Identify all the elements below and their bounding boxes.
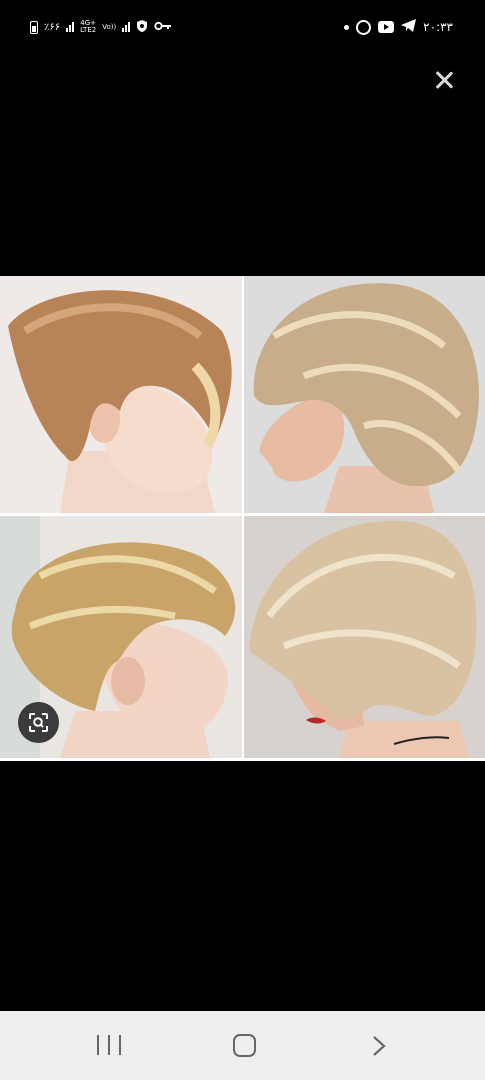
navigation-bar (0, 1011, 485, 1080)
status-right: ۲۰:۳۳ (344, 17, 453, 37)
volte-label: Vo)) (102, 22, 117, 31)
signal-icon (66, 22, 75, 32)
signal-icon-2 (122, 22, 131, 32)
hairstyle-photo-1 (0, 276, 242, 513)
lens-icon (29, 713, 48, 732)
shield-icon (136, 19, 148, 36)
chevron-right-icon (373, 1036, 386, 1056)
whatsapp-icon (356, 19, 372, 35)
image-viewer[interactable] (0, 276, 485, 761)
hairstyle-photo-2 (244, 276, 485, 513)
battery-icon (30, 20, 38, 34)
youtube-icon (378, 21, 395, 33)
notification-dot-icon (344, 24, 350, 30)
hairstyle-photo-4 (244, 516, 485, 758)
telegram-icon (401, 19, 417, 35)
battery-level: ٪۶۶ (44, 21, 61, 33)
status-left: ٪۶۶ 4G+ LTE2 Vo)) (30, 17, 172, 37)
home-button[interactable] (233, 1034, 256, 1057)
close-button[interactable] (431, 67, 457, 93)
network-type-bottom: LTE2 (80, 26, 97, 34)
recents-button[interactable] (97, 1035, 121, 1055)
clock-time: ۲۰:۳۳ (423, 20, 453, 34)
lens-search-button[interactable] (18, 702, 59, 743)
back-button[interactable] (369, 1035, 389, 1057)
key-icon (154, 21, 172, 34)
network-type: 4G+ LTE2 (80, 20, 96, 34)
status-bar: ٪۶۶ 4G+ LTE2 Vo)) ۲۰:۳۳ (0, 0, 485, 52)
